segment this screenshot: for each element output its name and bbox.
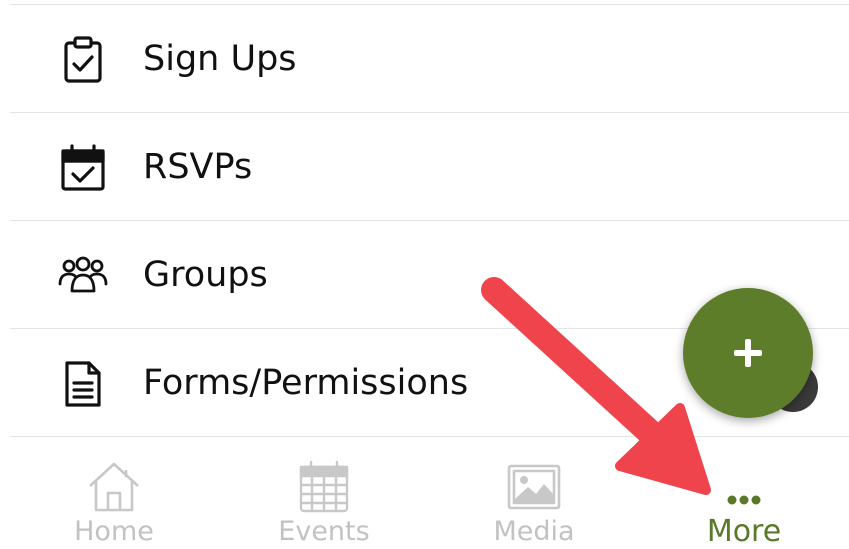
menu-item-label: Forms/Permissions bbox=[143, 363, 469, 403]
tab-events[interactable]: Events bbox=[218, 438, 430, 548]
menu-item-sign-ups[interactable]: Sign Ups bbox=[10, 5, 849, 113]
image-icon bbox=[504, 460, 564, 514]
menu-item-rsvps[interactable]: RSVPs bbox=[10, 113, 849, 221]
more-dots-icon bbox=[714, 460, 774, 514]
menu-item-label: Groups bbox=[143, 255, 268, 295]
tab-label: More bbox=[706, 514, 782, 549]
home-icon bbox=[84, 460, 144, 514]
tab-more[interactable]: More bbox=[638, 438, 849, 548]
document-icon bbox=[58, 359, 108, 409]
add-button[interactable] bbox=[683, 288, 813, 418]
tab-label: Home bbox=[74, 516, 154, 547]
menu-item-label: Sign Ups bbox=[143, 39, 297, 79]
tab-label: Media bbox=[493, 516, 575, 547]
plus-icon bbox=[731, 336, 765, 370]
bottom-tab-bar: Home Events Media More bbox=[0, 438, 849, 548]
people-group-icon bbox=[58, 251, 108, 301]
tab-media[interactable]: Media bbox=[428, 438, 640, 548]
calendar-check-icon bbox=[58, 143, 108, 193]
tab-home[interactable]: Home bbox=[8, 438, 220, 548]
calendar-icon bbox=[294, 460, 354, 514]
tab-label: Events bbox=[278, 516, 370, 547]
menu-item-label: RSVPs bbox=[143, 147, 253, 187]
clipboard-check-icon bbox=[58, 35, 108, 85]
